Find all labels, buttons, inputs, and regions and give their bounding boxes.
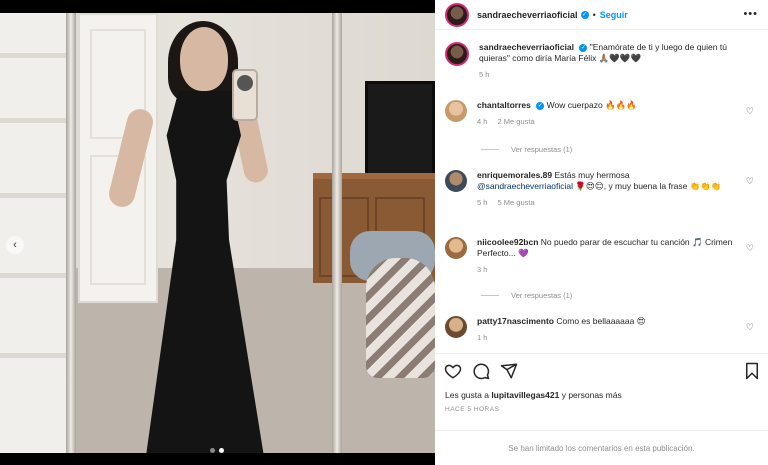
post-side-panel: sandraecheverriaoficial ✓ • Seguir ••• s… — [435, 0, 768, 465]
author-username[interactable]: sandraecheverriaoficial — [477, 10, 578, 20]
commenter-avatar[interactable] — [445, 316, 467, 338]
post-header: sandraecheverriaoficial ✓ • Seguir ••• — [435, 0, 768, 30]
woman-face — [180, 27, 228, 91]
comment-bubble-icon[interactable] — [472, 362, 490, 380]
comment-text: Wow cuerpazo 🔥🔥🔥 — [546, 100, 637, 110]
caption-author-username[interactable]: sandraecheverriaoficial — [479, 42, 574, 52]
commenter-avatar[interactable] — [445, 100, 467, 122]
comment-meta: 3 h — [477, 264, 742, 275]
like-heart-icon[interactable] — [444, 362, 462, 380]
more-options-icon[interactable]: ••• — [743, 8, 758, 20]
view-replies-link[interactable]: Ver respuestas (1) — [481, 145, 572, 154]
shelf-board — [0, 193, 70, 198]
comment-like-heart-icon[interactable]: ♡ — [746, 243, 754, 254]
view-replies-link[interactable]: Ver respuestas (1) — [481, 291, 572, 300]
comment-body: chantaltorres ✓ Wow cuerpazo 🔥🔥🔥 4 h 2 M… — [477, 100, 742, 127]
comment-time[interactable]: 3 h — [477, 265, 487, 274]
carousel-prev-icon[interactable]: ‹ — [6, 236, 24, 254]
comment-meta: 5 h 5 Me gusta — [477, 197, 742, 208]
instagram-post-modal: ‹ sandraecheverriaoficial ✓ • Seguir •••… — [0, 0, 768, 465]
comment-likes[interactable]: 2 Me gusta — [498, 117, 535, 126]
view-replies-label[interactable]: Ver respuestas (1) — [511, 145, 572, 154]
likes-suffix[interactable]: y personas más — [559, 390, 622, 400]
post-actions-bar — [435, 353, 768, 389]
commenter-avatar[interactable] — [445, 237, 467, 259]
likes-user-link[interactable]: lupitavillegas421 — [491, 390, 559, 400]
caption-author-avatar[interactable] — [445, 42, 469, 66]
comment-meta: 1 h — [477, 332, 742, 343]
comment-username[interactable]: enriquemorales.89 — [477, 170, 552, 180]
verified-badge-icon: ✓ — [579, 43, 588, 52]
carousel-dots — [210, 448, 224, 453]
post-caption: sandraecheverriaoficial ✓ "Enamórate de … — [445, 42, 758, 80]
comment-item: patty17nascimento Como es bellaaaaaa 😍 1… — [445, 316, 758, 343]
comments-limited-notice: Se han limitado los comentarios en esta … — [435, 430, 768, 465]
comment-item: chantaltorres ✓ Wow cuerpazo 🔥🔥🔥 4 h 2 M… — [445, 100, 758, 127]
share-send-icon[interactable] — [500, 362, 518, 380]
comment-body: patty17nascimento Como es bellaaaaaa 😍 1… — [477, 316, 742, 343]
comment-text-continued: 🌹😍😊, y muy buena la frase 👏👏👏 — [575, 181, 722, 191]
header-separator: • — [592, 9, 596, 20]
caption-time[interactable]: 5 h — [479, 69, 749, 80]
comment-text: Como es bellaaaaaa 😍 — [556, 316, 646, 326]
comment-time[interactable]: 1 h — [477, 333, 487, 342]
shelf-board — [0, 53, 70, 58]
follow-button[interactable]: Seguir — [600, 10, 628, 20]
replies-line — [481, 295, 499, 296]
mirror-frame-left — [66, 13, 76, 453]
likes-prefix: Les gusta a — [445, 390, 492, 400]
comment-likes[interactable]: 5 Me gusta — [498, 198, 535, 207]
post-photo[interactable]: ‹ — [0, 13, 435, 453]
comment-like-heart-icon[interactable]: ♡ — [746, 176, 754, 187]
mirror-frame-right — [332, 13, 342, 453]
verified-badge-icon: ✓ — [536, 101, 545, 110]
comment-like-heart-icon[interactable]: ♡ — [746, 322, 754, 333]
author-avatar[interactable] — [445, 2, 469, 27]
shelf-board — [0, 118, 70, 123]
carousel-dot[interactable] — [210, 448, 215, 453]
comment-item: niicoolee92bcn No puedo parar de escucha… — [445, 237, 758, 275]
caption-body: sandraecheverriaoficial ✓ "Enamórate de … — [479, 42, 749, 80]
likes-summary: Les gusta a lupitavillegas421 y personas… — [445, 390, 622, 400]
view-replies-label[interactable]: Ver respuestas (1) — [511, 291, 572, 300]
comment-mention-link[interactable]: @sandraecheverriaoficial — [477, 181, 573, 191]
replies-line — [481, 149, 499, 150]
shelf-board — [0, 273, 70, 278]
carousel-dot[interactable] — [219, 448, 224, 453]
photo-basket — [366, 258, 435, 378]
comment-body: niicoolee92bcn No puedo parar de escucha… — [477, 237, 742, 275]
post-time-ago[interactable]: HACE 5 HORAS — [445, 406, 499, 413]
comment-item: enriquemorales.89 Estás muy hermosa @san… — [445, 170, 758, 208]
phone-camera — [237, 75, 253, 91]
comment-username[interactable]: niicoolee92bcn — [477, 237, 538, 247]
phone-in-hand — [232, 69, 258, 121]
comment-body: enriquemorales.89 Estás muy hermosa @san… — [477, 170, 742, 208]
photo-shelf — [0, 13, 70, 453]
comment-time[interactable]: 4 h — [477, 117, 487, 126]
photo-tv — [365, 81, 435, 176]
comment-username[interactable]: chantaltorres — [477, 100, 531, 110]
save-bookmark-icon[interactable] — [743, 362, 761, 380]
comment-username[interactable]: patty17nascimento — [477, 316, 554, 326]
shelf-board — [0, 353, 70, 358]
comment-time[interactable]: 5 h — [477, 198, 487, 207]
comment-meta: 4 h 2 Me gusta — [477, 116, 742, 127]
verified-badge-icon: ✓ — [580, 10, 589, 19]
comment-like-heart-icon[interactable]: ♡ — [746, 106, 754, 117]
commenter-avatar[interactable] — [445, 170, 467, 192]
comment-text: Estás muy hermosa — [554, 170, 630, 180]
